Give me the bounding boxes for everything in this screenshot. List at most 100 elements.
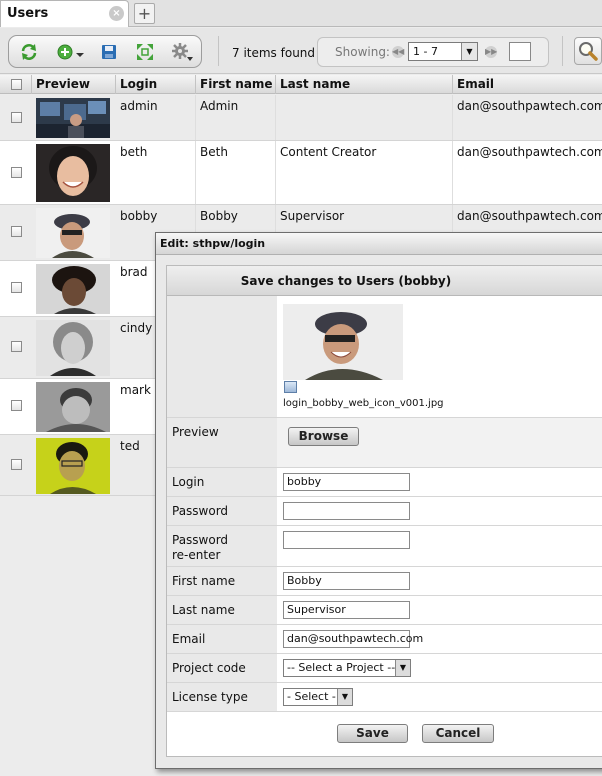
preview-label: Preview	[167, 418, 277, 467]
save-button[interactable]: Save	[337, 724, 408, 743]
cancel-button[interactable]: Cancel	[422, 724, 494, 743]
toolbar: 7 items found Showing: ◀◀ 1 - 7 ▼ ▶▶	[0, 28, 602, 74]
row-checkbox[interactable]	[11, 112, 22, 123]
project-code-label: Project code	[167, 654, 277, 682]
login-cell: admin	[116, 95, 196, 140]
user-avatar	[36, 382, 110, 432]
column-header-first-name[interactable]: First name	[196, 75, 276, 94]
row-checkbox[interactable]	[11, 341, 22, 352]
user-preview-image	[283, 304, 403, 380]
last-name-cell	[276, 95, 453, 140]
expand-icon[interactable]	[136, 42, 154, 62]
email-row: Email dan@southpawtech.com	[167, 625, 602, 654]
user-avatar	[36, 98, 110, 138]
email-input[interactable]: dan@southpawtech.com	[283, 630, 423, 648]
chevron-down-icon: ▼	[461, 43, 477, 60]
password-input[interactable]	[283, 502, 410, 520]
row-checkbox[interactable]	[11, 459, 22, 470]
first-name-cell: Admin	[196, 95, 276, 140]
column-header-last-name[interactable]: Last name	[276, 75, 453, 94]
edit-form: Save changes to Users (bobby) login_bobb…	[166, 265, 602, 757]
close-tab-icon[interactable]: ×	[109, 6, 124, 21]
column-header-preview[interactable]: Preview	[32, 75, 116, 94]
row-checkbox[interactable]	[11, 226, 22, 237]
add-tab-button[interactable]: +	[134, 3, 155, 24]
login-input[interactable]: bobby	[283, 473, 410, 491]
user-avatar	[36, 320, 110, 376]
edit-dialog: Edit: sthpw/login Save changes to Users …	[155, 232, 602, 769]
page-range-value: 1 - 7	[413, 45, 438, 58]
login-cell: beth	[116, 141, 196, 204]
column-header-email[interactable]: Email	[453, 75, 602, 94]
browse-button[interactable]: Browse	[288, 427, 359, 446]
first-name-cell: Beth	[196, 141, 276, 204]
user-avatar	[36, 144, 110, 202]
image-file-icon[interactable]	[284, 381, 297, 393]
previous-page-icon[interactable]: ◀◀	[392, 46, 404, 58]
refresh-icon[interactable]	[19, 42, 39, 62]
tab-bar: Users × +	[0, 0, 602, 27]
last-name-input[interactable]: Supervisor	[283, 601, 410, 619]
preview-image-cell: login_bobby_web_icon_v001.jpg	[277, 296, 602, 417]
password-reenter-value-cell	[277, 526, 602, 566]
search-icon	[579, 42, 598, 61]
email-cell: dan@southpawtech.com	[457, 99, 602, 113]
password-reenter-label: Password re-enter	[167, 526, 277, 566]
user-avatar	[36, 264, 110, 314]
first-name-label: First name	[167, 567, 277, 595]
license-type-row: License type - Select - ▼	[167, 683, 602, 712]
search-button[interactable]	[574, 37, 602, 65]
user-avatar	[36, 438, 110, 494]
showing-label: Showing:	[335, 45, 390, 59]
select-all-checkbox[interactable]	[11, 79, 22, 90]
page-range-select[interactable]: 1 - 7 ▼	[408, 42, 478, 61]
chevron-down-icon[interactable]	[75, 42, 85, 62]
add-icon[interactable]	[57, 42, 73, 62]
last-name-cell: Content Creator	[276, 141, 453, 204]
table-header: Preview Login First name Last name Email	[0, 75, 602, 94]
chevron-down-icon: ▼	[337, 689, 352, 705]
email-label: Email	[167, 625, 277, 653]
project-code-value: -- Select a Project --	[287, 661, 396, 674]
project-code-value-cell: -- Select a Project -- ▼	[277, 654, 602, 682]
license-type-label: License type	[167, 683, 277, 711]
password-label: Password	[167, 497, 277, 525]
tab-users[interactable]: Users ×	[0, 0, 129, 27]
password-reenter-row: Password re-enter	[167, 526, 602, 567]
dialog-title[interactable]: Edit: sthpw/login	[156, 233, 602, 255]
save-icon[interactable]	[101, 42, 117, 62]
password-reenter-label-line2: re-enter	[172, 548, 221, 562]
chevron-down-icon: ▼	[395, 660, 410, 676]
toolbar-divider	[218, 36, 219, 66]
row-checkbox[interactable]	[11, 167, 22, 178]
next-page-icon[interactable]: ▶▶	[485, 46, 497, 58]
password-reenter-label-line1: Password	[172, 533, 229, 547]
row-checkbox[interactable]	[11, 400, 22, 411]
first-name-input[interactable]: Bobby	[283, 572, 410, 590]
project-code-select[interactable]: -- Select a Project -- ▼	[283, 659, 411, 677]
tab-title: Users	[7, 6, 49, 21]
license-type-select[interactable]: - Select - ▼	[283, 688, 353, 706]
action-button-group	[8, 35, 202, 68]
select-all-cell	[0, 75, 32, 94]
page-number-input[interactable]	[509, 42, 531, 61]
column-header-login[interactable]: Login	[116, 75, 196, 94]
password-reenter-input[interactable]	[283, 531, 410, 549]
toolbar-divider	[562, 36, 563, 66]
table-row[interactable]: admin Admin dan@southpawtech.com	[0, 95, 602, 141]
gear-icon[interactable]	[171, 42, 193, 62]
last-name-row: Last name Supervisor	[167, 596, 602, 625]
row-checkbox[interactable]	[11, 282, 22, 293]
preview-row: Preview Browse	[167, 418, 602, 468]
first-name-value-cell: Bobby	[277, 567, 602, 595]
email-value-cell: dan@southpawtech.com	[277, 625, 602, 653]
preview-value-cell: Browse	[277, 418, 602, 467]
password-row: Password	[167, 497, 602, 526]
form-title: Save changes to Users (bobby)	[167, 266, 602, 296]
pagination-group: Showing: ◀◀ 1 - 7 ▼ ▶▶	[317, 37, 549, 67]
license-type-value: - Select -	[287, 690, 336, 703]
password-value-cell	[277, 497, 602, 525]
items-found-count: 7 items found	[232, 46, 316, 60]
table-row[interactable]: beth Beth Content Creator dan@southpawte…	[0, 141, 602, 205]
last-name-value-cell: Supervisor	[277, 596, 602, 624]
